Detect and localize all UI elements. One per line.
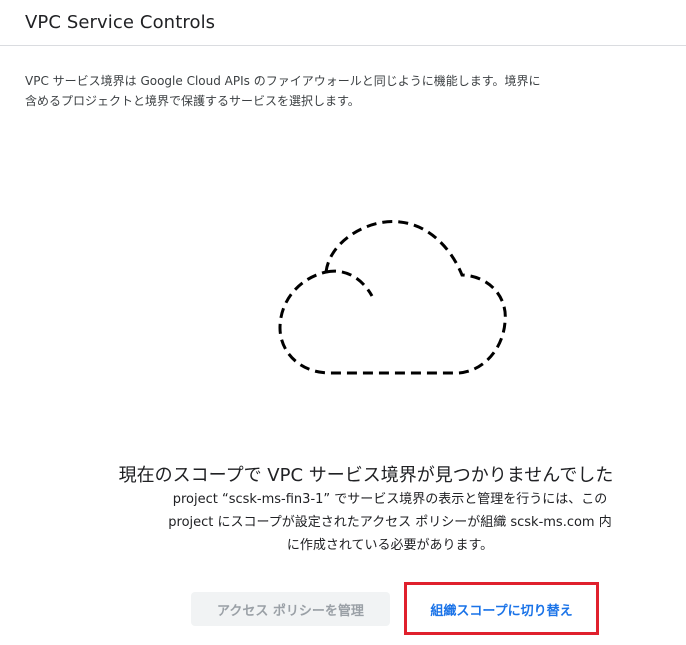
description-line-2: 含めるプロジェクトと境界で保護するサービスを選択します。: [25, 94, 360, 108]
page-description: VPC サービス境界は Google Cloud APIs のファイアウォールと…: [25, 71, 595, 111]
cloud-outline-dashed-icon: [270, 210, 520, 385]
vpc-service-controls-page: VPC Service Controls VPC サービス境界は Google …: [0, 0, 686, 645]
empty-state-title: 現在のスコープで VPC サービス境界が見つかりませんでした: [118, 465, 614, 486]
switch-to-org-scope-button[interactable]: 組織スコープに切り替え: [407, 592, 596, 626]
empty-state-body: project “scsk-ms-fin3-1” でサービス境界の表示と管理を行…: [120, 488, 660, 557]
empty-state-body-line-3: に作成されている必要があります。: [286, 538, 494, 553]
description-line-1: VPC サービス境界は Google Cloud APIs のファイアウォールと…: [25, 74, 541, 88]
manage-access-policy-button[interactable]: アクセス ポリシーを管理: [191, 592, 390, 626]
empty-state-body-line-2: project にスコープが設定されたアクセス ポリシーが組織 scsk-ms.…: [168, 515, 612, 530]
page-title: VPC Service Controls: [25, 12, 216, 33]
empty-state-body-line-1: project “scsk-ms-fin3-1” でサービス境界の表示と管理を行…: [172, 492, 608, 507]
page-header: VPC Service Controls: [0, 0, 686, 46]
